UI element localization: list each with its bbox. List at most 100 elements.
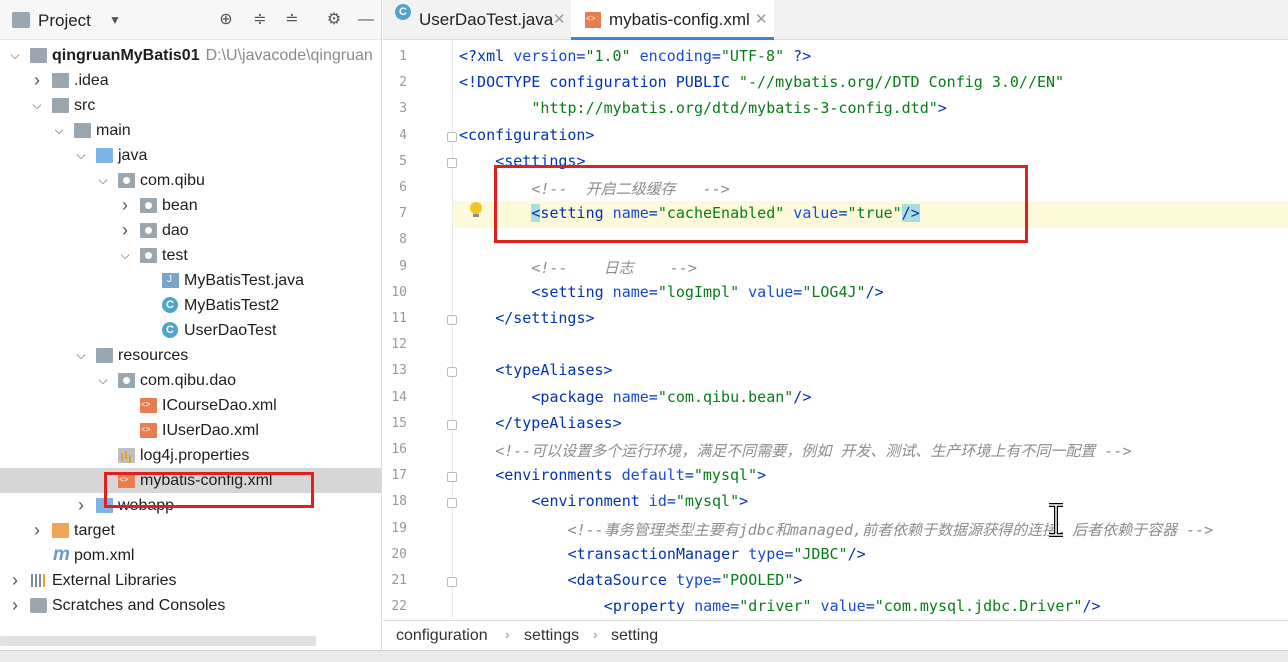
tree-item[interactable]: MyBatisTest2 — [0, 293, 381, 318]
chevron-down-icon[interactable]: ⌵ — [96, 168, 110, 193]
code-line[interactable]: </settings> — [495, 309, 594, 327]
tree-item[interactable]: ⌵ main — [0, 118, 381, 143]
code-token: "mysql" — [693, 466, 758, 485]
expand-all-icon[interactable]: ≑ — [251, 11, 269, 29]
code-line[interactable]: <!--事务管理类型主要有jdbc和managed,前者依赖于数据源获得的连接，… — [568, 519, 1214, 540]
fold-marker-icon[interactable] — [447, 577, 457, 587]
tree-item[interactable]: pom.xml — [0, 542, 381, 568]
code-line[interactable]: <!DOCTYPE configuration PUBLIC "-//mybat… — [459, 73, 1064, 91]
horizontal-scrollbar[interactable] — [0, 636, 316, 646]
code-line[interactable]: <typeAliases> — [495, 361, 612, 379]
code-line[interactable]: "http://mybatis.org/dtd/mybatis-3-config… — [531, 99, 946, 117]
chevron-right-icon[interactable]: › — [30, 68, 44, 93]
tree-item[interactable]: IUserDao.xml — [0, 418, 381, 443]
tab-mybatis-config[interactable]: mybatis-config.xml ✕ — [571, 0, 774, 40]
code-line[interactable]: </typeAliases> — [495, 414, 621, 432]
tree-item[interactable]: ⌵ test — [0, 243, 381, 268]
tree-item[interactable]: ⌵ com.qibu.dao — [0, 368, 381, 393]
code-token: = — [648, 282, 658, 301]
code-token: /> — [793, 387, 812, 406]
code-token: version — [513, 47, 577, 65]
tree-item[interactable]: › dao — [0, 218, 381, 243]
tree-item[interactable]: ICourseDao.xml — [0, 393, 381, 418]
fold-marker-icon[interactable] — [447, 315, 457, 325]
tree-item[interactable]: ⌵ src — [0, 93, 381, 118]
fold-marker-icon[interactable] — [447, 367, 457, 378]
module-folder-icon — [30, 48, 47, 63]
tree-item[interactable]: › .idea — [0, 68, 381, 93]
highlight-box-file — [104, 472, 314, 508]
code-line[interactable]: <?xml version="1.0" encoding="UTF-8" ?> — [459, 47, 811, 65]
code-line[interactable]: <environments default="mysql"> — [495, 466, 766, 484]
tree-item[interactable]: ⌵ resources — [0, 343, 381, 368]
chevron-down-icon[interactable]: ⌵ — [74, 143, 88, 168]
project-panel-title[interactable]: Project — [38, 11, 91, 31]
chevron-down-icon[interactable]: ⌵ — [118, 243, 132, 268]
code-line[interactable]: <!--可以设置多个运行环境，满足不同需要，例如 开发、测试、生产环境上有不同一… — [495, 440, 1131, 461]
tree-item-label: MyBatisTest.java — [184, 272, 305, 289]
tree-item[interactable]: UserDaoTest — [0, 318, 381, 343]
code-line[interactable]: <dataSource type="POOLED"> — [568, 571, 803, 589]
line-number: 4 — [399, 127, 407, 143]
tree-item[interactable]: › Scratches and Consoles — [0, 593, 381, 618]
breadcrumb-setting[interactable]: setting — [611, 627, 658, 645]
chevron-right-icon[interactable]: › — [8, 568, 22, 593]
fold-marker-icon[interactable] — [447, 131, 457, 142]
code-token: "1.0" — [585, 47, 631, 65]
code-line[interactable]: <!-- 日志 --> — [531, 257, 696, 278]
chevron-down-icon[interactable]: ▼ — [106, 11, 124, 29]
tree-item-label: resources — [118, 347, 189, 364]
gear-icon[interactable]: ⚙ — [325, 11, 343, 29]
tree-item[interactable]: log4j.properties — [0, 443, 381, 468]
breadcrumb-settings[interactable]: settings — [524, 627, 579, 645]
minimize-icon[interactable]: — — [357, 11, 375, 29]
code-token: = — [730, 597, 740, 616]
close-icon[interactable]: ✕ — [553, 0, 566, 40]
maven-icon — [52, 542, 70, 567]
chevron-right-icon[interactable]: › — [8, 593, 22, 618]
tree-item[interactable]: › target — [0, 518, 381, 543]
collapse-all-icon[interactable]: ≐ — [283, 11, 301, 29]
chevron-down-icon[interactable]: ⌵ — [52, 118, 66, 143]
fold-marker-icon[interactable] — [447, 472, 457, 483]
code-token: = — [648, 387, 658, 406]
chevron-right-icon[interactable]: › — [118, 218, 132, 243]
chevron-right-icon[interactable]: › — [118, 193, 132, 218]
code-line[interactable]: <property name="driver" value="com.mysql… — [604, 597, 1101, 615]
tree-item[interactable]: ⌵ qingruanMyBatis01 D:\U\javacode\qingruan — [0, 43, 381, 68]
code-token: "http://mybatis.org/dtd/mybatis-3-config… — [531, 99, 938, 118]
package-icon — [140, 223, 157, 238]
fold-marker-icon[interactable] — [447, 498, 457, 509]
chevron-down-icon[interactable]: ⌵ — [74, 343, 88, 368]
tree-item[interactable]: ⌵ java — [0, 143, 381, 168]
code-token: name — [612, 387, 649, 406]
scratches-icon — [30, 598, 47, 613]
tree-item[interactable]: ⌵ com.qibu — [0, 168, 381, 193]
chevron-down-icon[interactable]: ⌵ — [8, 43, 22, 68]
chevron-right-icon[interactable]: › — [74, 493, 88, 518]
code-line[interactable]: <package name="com.qibu.bean"/> — [531, 388, 811, 406]
tab-userdaotest[interactable]: UserDaoTest.java ✕ — [383, 0, 571, 40]
chevron-right-icon[interactable]: › — [30, 518, 44, 543]
code-token: "POOLED" — [721, 571, 794, 589]
close-icon[interactable]: ✕ — [755, 0, 768, 40]
locate-icon[interactable]: ⊕ — [217, 11, 235, 29]
tree-item[interactable]: › External Libraries — [0, 568, 381, 593]
tree-item[interactable]: › bean — [0, 193, 381, 218]
tree-item[interactable]: MyBatisTest.java — [0, 268, 381, 293]
code-line[interactable]: <setting name="logImpl" value="LOG4J"/> — [531, 283, 883, 301]
code-line[interactable]: <configuration> — [459, 126, 594, 144]
line-number: 18 — [391, 494, 407, 510]
code-token: = — [793, 282, 803, 301]
code-line[interactable]: <environment id="mysql"> — [531, 492, 748, 510]
lightbulb-icon[interactable] — [469, 202, 483, 218]
fold-marker-icon[interactable] — [447, 157, 457, 168]
fold-marker-icon[interactable] — [447, 419, 457, 430]
chevron-down-icon[interactable]: ⌵ — [96, 368, 110, 393]
code-token: = — [666, 492, 676, 511]
chevron-down-icon[interactable]: ⌵ — [30, 93, 44, 118]
breadcrumb-configuration[interactable]: configuration — [396, 627, 488, 645]
code-editor[interactable]: 1 2 3 4 5 6 7 8 9 10 11 12 13 14 15 16 17 18 19 20 21 22 <?xm… — [383, 41, 1288, 619]
folder-icon — [74, 123, 91, 138]
code-line[interactable]: <transactionManager type="JDBC"/> — [568, 545, 866, 563]
